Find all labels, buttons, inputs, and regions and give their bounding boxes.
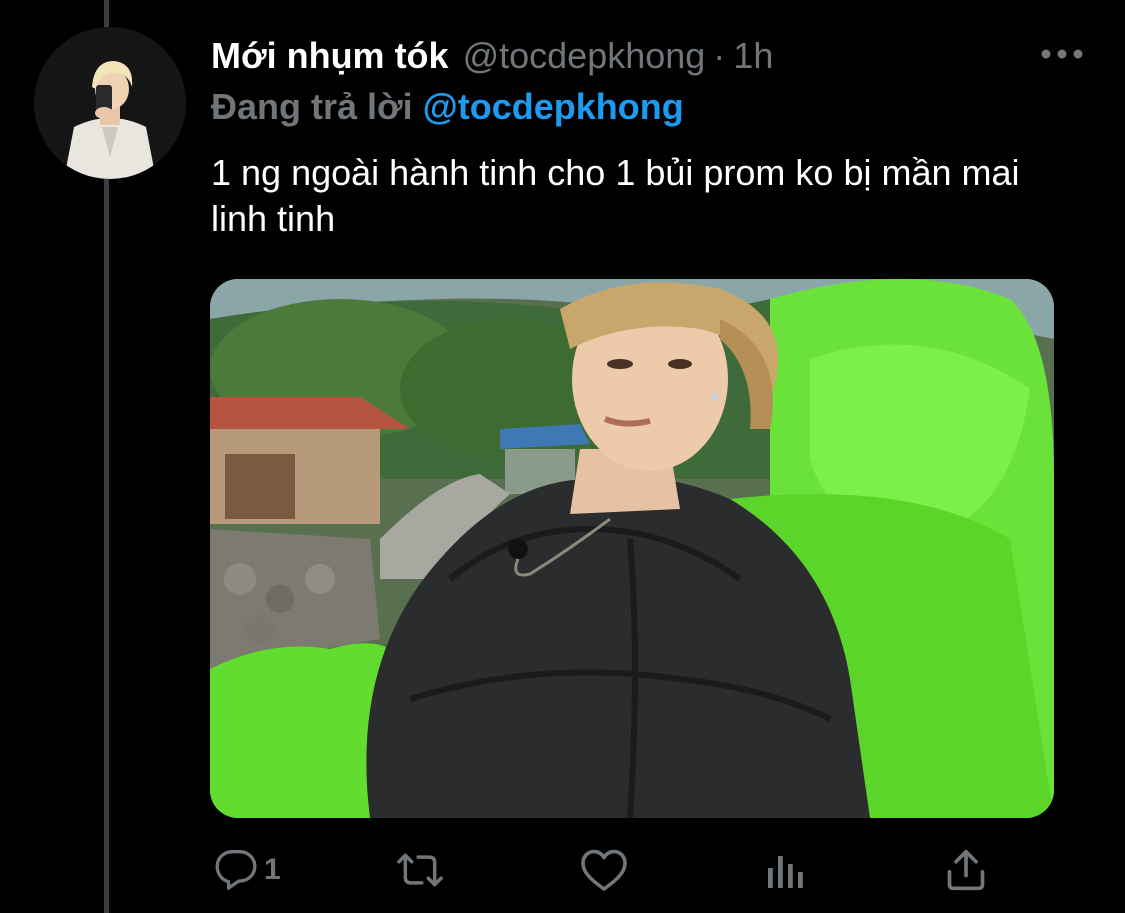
timestamp[interactable]: 1h <box>733 33 773 79</box>
photo-image <box>210 279 1054 818</box>
retweet-button[interactable] <box>396 840 444 900</box>
display-name[interactable]: Mới nhụm tók <box>211 33 449 79</box>
replying-to-label: Đang trả lời <box>211 86 413 127</box>
reply-count: 1 <box>264 853 281 886</box>
analytics-icon <box>768 856 803 888</box>
analytics-button[interactable] <box>766 840 806 900</box>
share-icon <box>947 849 985 891</box>
more-horizontal-icon <box>1041 49 1083 59</box>
replying-to-handle[interactable]: @tocdepkhong <box>423 86 684 127</box>
tweet-actions: 1 <box>0 840 1125 900</box>
separator-dot: · <box>713 35 726 76</box>
like-button[interactable] <box>580 840 628 900</box>
tweet-text: 1 ng ngoài hành tinh cho 1 bủi prom ko b… <box>211 152 1020 239</box>
more-options-button[interactable] <box>1040 40 1084 68</box>
reply-button[interactable]: 1 <box>214 840 281 900</box>
avatar[interactable] <box>34 27 186 179</box>
tweet-header: Mới nhụm tók @tocdepkhong · 1h <box>211 33 773 79</box>
share-button[interactable] <box>945 840 987 900</box>
tweet-photo[interactable] <box>210 279 1054 818</box>
user-handle[interactable]: @tocdepkhong <box>463 33 706 79</box>
comment-icon <box>215 850 257 890</box>
heart-icon <box>581 849 627 891</box>
replying-to: Đang trả lời @tocdepkhong <box>211 84 684 130</box>
retweet-icon <box>397 853 443 887</box>
avatar-image <box>34 27 186 179</box>
